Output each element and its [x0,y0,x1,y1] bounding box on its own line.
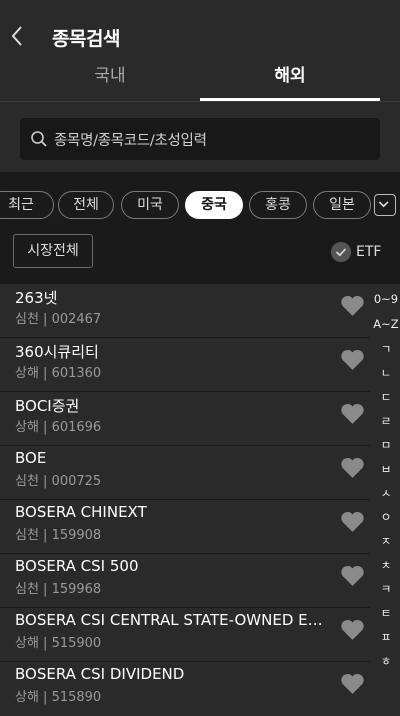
index-item[interactable]: ㄹ [372,413,400,429]
stock-meta: 상해 | 601696 [15,420,102,435]
index-item[interactable]: ㅍ [372,629,400,645]
back-arrow-icon[interactable] [6,22,30,50]
index-item[interactable]: ㅌ [372,605,400,621]
list-item[interactable]: BOE 심천 | 000725 [0,446,370,500]
list-item[interactable]: BOSERA CHINEXT 심천 | 159908 [0,500,370,554]
list-item[interactable]: BOSERA CSI DIVIDEND 상해 | 515890 [0,662,370,716]
index-item[interactable]: ㅇ [372,509,400,525]
heart-icon[interactable] [340,348,365,371]
chevron-down-icon [378,201,389,208]
filter-bar: 최근 전체 미국 중국 홍콩 일본 시장전체 ETF [0,172,400,284]
chip-japan[interactable]: 일본 [313,191,371,219]
heart-icon[interactable] [340,456,365,479]
index-item[interactable]: ㅋ [372,581,400,597]
tab-domestic[interactable]: 국내 [20,60,200,102]
index-item[interactable]: ㅊ [372,557,400,573]
alphabet-index[interactable]: 0~9 A~Z ㄱ ㄴ ㄷ ㄹ ㅁ ㅂ ㅅ ㅇ ㅈ ㅊ ㅋ ㅌ ㅍ ㅎ [372,290,400,690]
country-chips: 최근 전체 미국 중국 홍콩 일본 [0,191,372,221]
chip-china[interactable]: 중국 [185,191,243,219]
stock-meta: 상해 | 601360 [15,366,102,381]
market-tabs: 국내 해외 [0,60,400,102]
index-item[interactable]: ㅎ [372,653,400,669]
list-item[interactable]: BOCI증권 상해 | 601696 [0,392,370,446]
chip-hongkong[interactable]: 홍콩 [249,191,307,219]
search-icon [31,131,47,147]
stock-meta: 심천 | 159908 [15,528,102,543]
index-item[interactable]: ㅅ [372,485,400,501]
index-item[interactable]: ㄷ [372,389,400,405]
check-icon [331,242,351,262]
heart-icon[interactable] [340,294,365,317]
page-title: 종목검색 [52,28,120,50]
stock-name: BOSERA CHINEXT [15,503,147,521]
stock-name: 360시큐리티 [15,343,99,361]
stock-name: BOSERA CSI DIVIDEND [15,665,185,683]
list-item[interactable]: 360시큐리티 상해 | 601360 [0,338,370,392]
index-item[interactable]: A~Z [372,317,400,331]
stock-name: BOSERA CSI CENTRAL STATE-OWNED E… [15,611,323,629]
heart-icon[interactable] [340,564,365,587]
index-item[interactable]: ㅂ [372,461,400,477]
list-item[interactable]: BOSERA CSI CENTRAL STATE-OWNED E… 상해 | 5… [0,608,370,662]
stock-name: BOE [15,449,47,467]
chip-us[interactable]: 미국 [121,191,179,219]
search-placeholder: 종목명/종목코드/초성입력 [54,133,207,149]
top-section: 종목검색 국내 해외 종목명/종목코드/초성입력 [0,0,400,172]
chip-recent[interactable]: 최근 [0,191,54,219]
stock-meta: 상해 | 515890 [15,690,102,705]
heart-icon[interactable] [340,510,365,533]
index-item[interactable]: ㄴ [372,365,400,381]
list-item[interactable]: BOSERA CSI 500 심천 | 159968 [0,554,370,608]
list-item[interactable]: 263넷 심천 | 002467 [0,284,370,338]
index-item[interactable]: 0~9 [372,292,400,306]
search-input[interactable]: 종목명/종목코드/초성입력 [20,118,380,160]
stock-meta: 심천 | 002467 [15,312,102,327]
stock-name: BOCI증권 [15,397,80,415]
stock-name: 263넷 [15,289,58,307]
stock-list: 263넷 심천 | 002467 360시큐리티 상해 | 601360 BOC… [0,284,370,715]
market-all-button[interactable]: 시장전체 [13,234,93,268]
tab-overseas[interactable]: 해외 [200,60,380,102]
heart-icon[interactable] [340,672,365,695]
heart-icon[interactable] [340,618,365,641]
heart-icon[interactable] [340,402,365,425]
stock-meta: 상해 | 515900 [15,636,102,651]
stock-name: BOSERA CSI 500 [15,557,139,575]
chip-all[interactable]: 전체 [58,191,114,219]
etf-label: ETF [356,244,382,260]
index-item[interactable]: ㄱ [372,341,400,357]
header: 종목검색 [0,0,400,60]
chip-expand-button[interactable] [374,194,396,216]
index-item[interactable]: ㅁ [372,437,400,453]
stock-meta: 심천 | 159968 [15,582,102,597]
stock-meta: 심천 | 000725 [15,474,102,489]
index-item[interactable]: ㅈ [372,533,400,549]
tabs-divider [0,101,400,102]
